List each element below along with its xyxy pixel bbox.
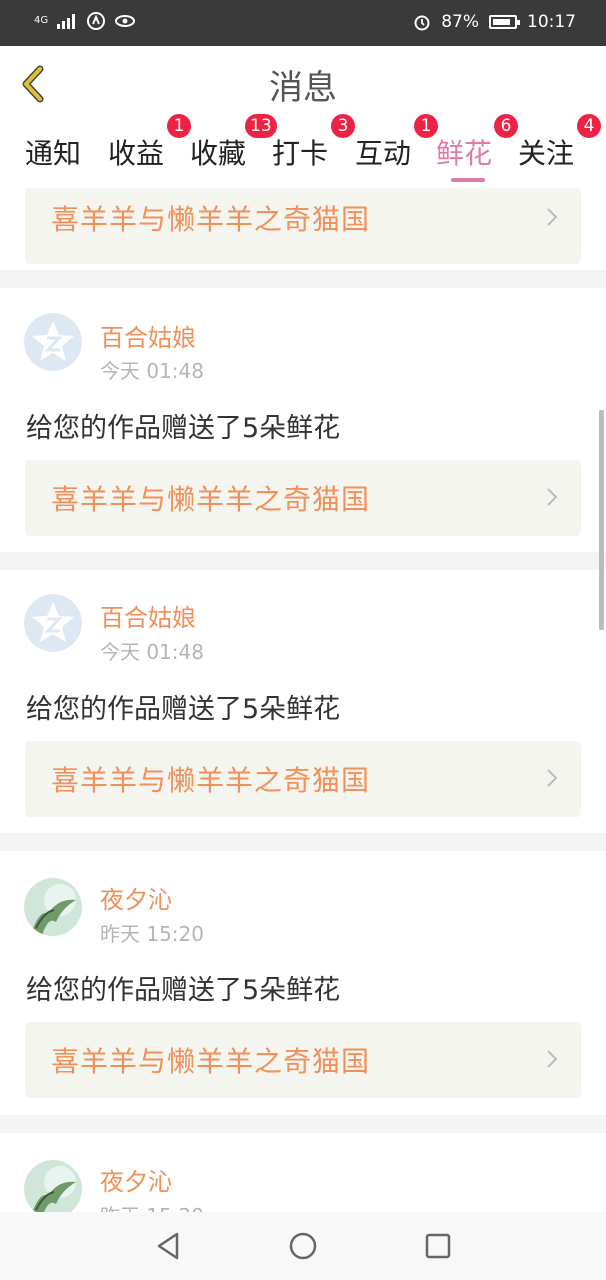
default-avatar-icon	[24, 313, 82, 371]
avatar[interactable]	[24, 313, 82, 371]
tab-badge: 4	[577, 114, 601, 138]
message-card: 夜夕沁 昨天 15:20 给您的作品赠送了5朵鲜花 喜羊羊与懒羊羊之奇猫国	[0, 851, 606, 1115]
battery-fill	[493, 19, 511, 25]
work-title: 喜羊羊与懒羊羊之奇猫国	[51, 203, 371, 236]
tab-favorites[interactable]: 收藏	[190, 132, 246, 172]
scrollbar[interactable]	[599, 410, 604, 630]
system-nav-bar	[0, 1212, 606, 1280]
work-title: 喜羊羊与懒羊羊之奇猫国	[51, 1045, 371, 1078]
status-bar: 4G 87% 10:17	[0, 0, 606, 46]
message-text: 给您的作品赠送了5朵鲜花	[26, 413, 341, 444]
recents-square-icon[interactable]	[420, 1228, 456, 1264]
status-left: 4G	[34, 11, 136, 31]
message-time: 昨天 15:20	[100, 1200, 204, 1212]
work-link[interactable]: 喜羊羊与懒羊羊之奇猫国	[25, 188, 581, 264]
tab-bar: 通知 收益 1 收藏 13 打卡 3 互动 1 鲜花 6 关注 4	[0, 114, 606, 188]
network-type: 4G	[34, 15, 49, 26]
message-card: 喜羊羊与懒羊羊之奇猫国	[0, 188, 606, 270]
active-tab-indicator	[451, 178, 485, 182]
tab-notice[interactable]: 通知	[25, 132, 81, 172]
alarm-icon	[414, 15, 430, 31]
avatar[interactable]	[24, 1160, 82, 1212]
battery-percent: 87%	[441, 12, 479, 32]
tab-earnings[interactable]: 收益	[108, 132, 164, 172]
chevron-right-icon	[547, 488, 558, 506]
tab-checkin[interactable]: 打卡	[272, 132, 328, 172]
chevron-right-icon	[547, 769, 558, 787]
avatar[interactable]	[24, 878, 82, 936]
signal-icon	[57, 14, 76, 29]
chevron-right-icon	[547, 208, 558, 226]
work-link[interactable]: 喜羊羊与懒羊羊之奇猫国	[25, 741, 581, 817]
tab-badge: 6	[494, 114, 518, 138]
eye-icon	[115, 15, 136, 27]
tab-badge: 1	[414, 114, 438, 138]
sender-name[interactable]: 百合姑娘	[100, 318, 196, 353]
clock-time: 10:17	[527, 12, 576, 32]
home-circle-icon[interactable]	[285, 1228, 321, 1264]
message-text: 给您的作品赠送了5朵鲜花	[26, 694, 341, 725]
status-right: 87% 10:17	[413, 12, 576, 32]
battery-icon	[489, 15, 520, 29]
photo-avatar-icon	[24, 878, 82, 936]
tab-badge: 3	[331, 114, 355, 138]
tab-badge: 1	[167, 114, 191, 138]
message-card: 百合姑娘 今天 01:48 给您的作品赠送了5朵鲜花 喜羊羊与懒羊羊之奇猫国	[0, 570, 606, 833]
app-header: 消息	[0, 46, 606, 120]
chevron-right-icon	[547, 1050, 558, 1068]
work-title: 喜羊羊与懒羊羊之奇猫国	[51, 483, 371, 516]
data-saver-icon	[87, 12, 106, 30]
work-title: 喜羊羊与懒羊羊之奇猫国	[51, 764, 371, 797]
tab-flowers[interactable]: 鲜花	[436, 132, 492, 172]
photo-avatar-icon	[24, 1160, 82, 1212]
sender-name[interactable]: 百合姑娘	[100, 598, 196, 633]
work-link[interactable]: 喜羊羊与懒羊羊之奇猫国	[25, 460, 581, 536]
page-title: 消息	[269, 68, 337, 108]
tab-follow[interactable]: 关注	[518, 132, 574, 172]
message-text: 给您的作品赠送了5朵鲜花	[26, 975, 341, 1006]
message-time: 昨天 15:20	[100, 922, 204, 946]
sender-name[interactable]: 夜夕沁	[100, 880, 172, 915]
message-card: 百合姑娘 今天 01:48 给您的作品赠送了5朵鲜花 喜羊羊与懒羊羊之奇猫国	[0, 288, 606, 552]
message-card: 夜夕沁 昨天 15:20	[0, 1133, 606, 1212]
sender-name[interactable]: 夜夕沁	[100, 1162, 172, 1197]
message-time: 今天 01:48	[100, 359, 204, 383]
tab-interaction[interactable]: 互动	[355, 132, 411, 172]
back-triangle-icon[interactable]	[151, 1228, 187, 1264]
default-avatar-icon	[24, 594, 82, 652]
work-link[interactable]: 喜羊羊与懒羊羊之奇猫国	[25, 1022, 581, 1098]
message-time: 今天 01:48	[100, 640, 204, 664]
avatar[interactable]	[24, 594, 82, 652]
